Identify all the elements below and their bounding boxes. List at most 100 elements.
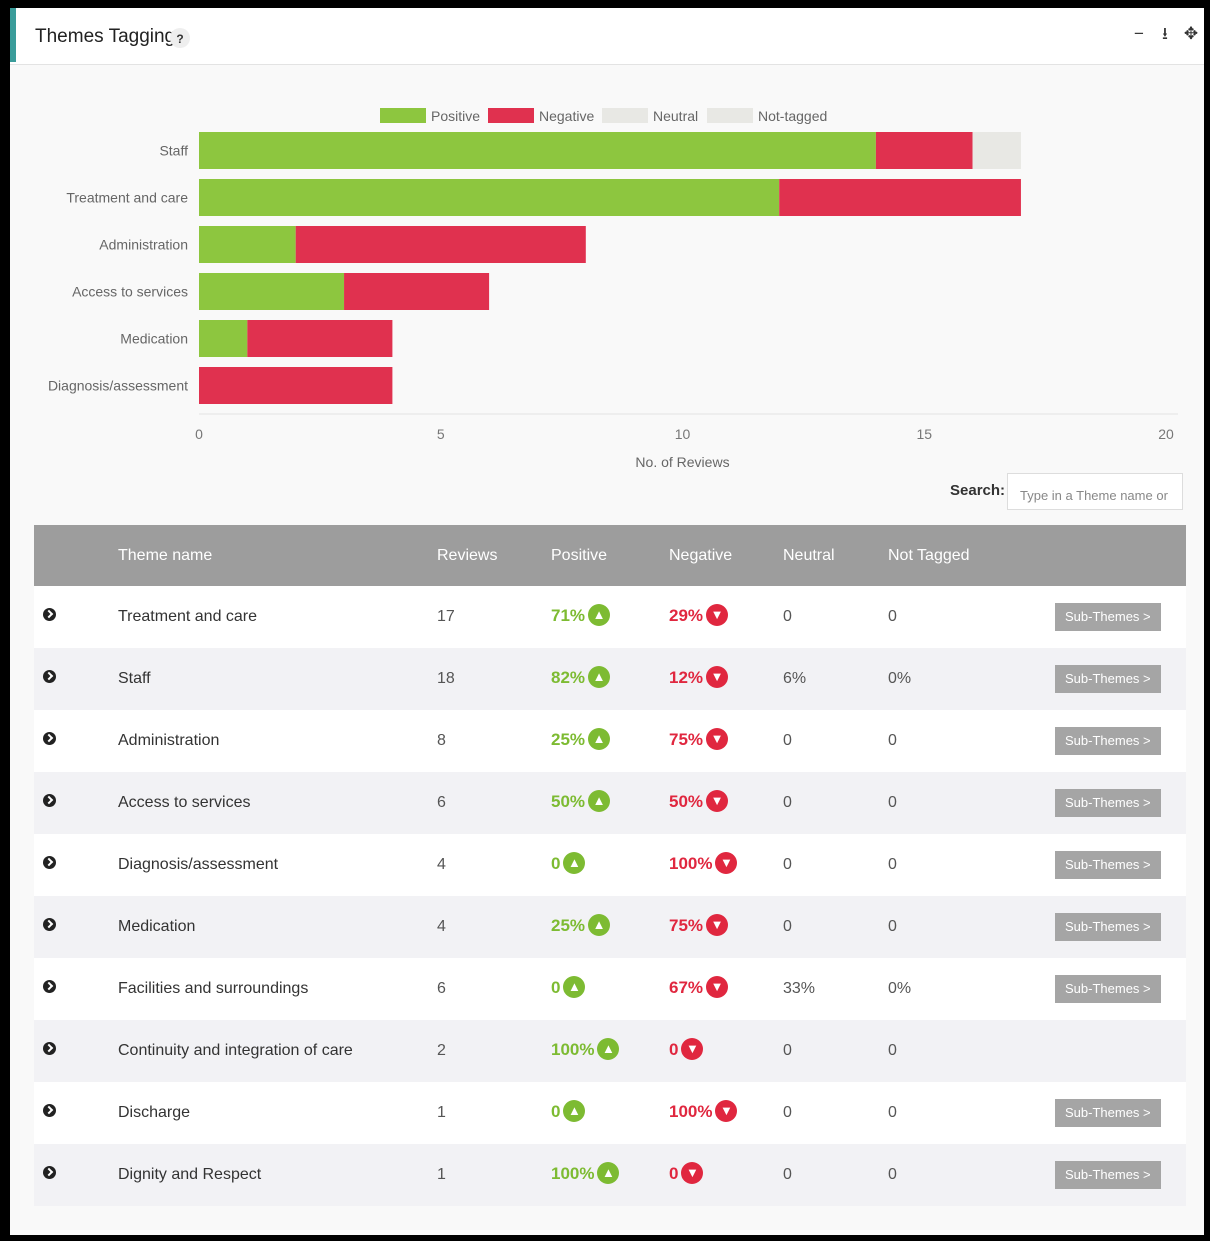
bar-segment xyxy=(199,273,345,310)
theme-name: Administration xyxy=(118,732,220,749)
expand-cell xyxy=(34,1020,118,1082)
sub-themes-button[interactable]: Sub-Themes > xyxy=(1055,1099,1161,1127)
header-reviews[interactable]: Reviews xyxy=(437,525,551,586)
bar-segment xyxy=(779,179,1021,216)
header-theme-name[interactable]: Theme name xyxy=(118,525,437,586)
thumbs-down-icon: ▼ xyxy=(706,666,729,688)
sub-themes-button[interactable]: Sub-Themes > xyxy=(1055,789,1161,817)
download-icon[interactable]: ⭳ xyxy=(1156,24,1174,44)
neutral-value: 0 xyxy=(783,1104,792,1121)
expand-row-icon[interactable] xyxy=(43,1042,56,1055)
not-tagged-cell: 0% xyxy=(888,648,1032,710)
category-label: Medication xyxy=(120,331,188,347)
positive-cell: 0 ▲ xyxy=(551,1082,669,1144)
negative-cell: 100% ▼ xyxy=(669,1082,783,1144)
thumbs-down-icon: ▼ xyxy=(706,604,729,626)
sub-themes-button[interactable]: Sub-Themes > xyxy=(1055,727,1161,755)
positive-value: 25% xyxy=(551,916,586,936)
legend-label: Not-tagged xyxy=(758,108,827,124)
help-icon[interactable]: ? xyxy=(170,28,190,48)
expand-row-icon[interactable] xyxy=(43,918,56,931)
table-row[interactable]: Facilities and surroundings 6 0 ▲ 67% ▼ 33% 0% S… xyxy=(34,958,1186,1020)
thumbs-up-icon: ▲ xyxy=(563,976,586,998)
expand-cell xyxy=(34,772,118,834)
header-positive[interactable]: Positive xyxy=(551,525,669,586)
negative-value: 0 xyxy=(669,1164,679,1184)
expand-cell xyxy=(34,648,118,710)
header-negative[interactable]: Negative xyxy=(669,525,783,586)
thumbs-down-icon: ▼ xyxy=(706,914,729,936)
negative-cell: 0 ▼ xyxy=(669,1020,783,1082)
positive-value: 0 xyxy=(551,978,561,998)
minimize-icon[interactable]: − xyxy=(1130,24,1148,44)
sub-themes-button[interactable]: Sub-Themes > xyxy=(1055,851,1161,879)
sub-themes-button[interactable]: Sub-Themes > xyxy=(1055,665,1161,693)
bar-segment xyxy=(199,132,876,169)
thumbs-down-icon: ▼ xyxy=(681,1038,704,1060)
negative-cell: 0 ▼ xyxy=(669,1144,783,1206)
actions-cell: Sub-Themes > xyxy=(1032,958,1186,1020)
not-tagged-cell: 0 xyxy=(888,772,1032,834)
themes-tagging-panel: Themes Tagging ? − ⭳ ✥ Positive Negative N… xyxy=(10,8,1204,1235)
neutral-cell: 0 xyxy=(783,1144,888,1206)
positive-value: 50% xyxy=(551,792,586,812)
header-neutral[interactable]: Neutral xyxy=(783,525,888,586)
theme-name: Access to services xyxy=(118,794,251,811)
panel-title: Themes Tagging xyxy=(35,26,176,47)
not-tagged-value: 0 xyxy=(888,608,897,625)
negative-cell: 29% ▼ xyxy=(669,586,783,648)
table-row[interactable]: Diagnosis/assessment 4 0 ▲ 100% ▼ 0 0 Sub-Themes… xyxy=(34,834,1186,896)
positive-value: 0 xyxy=(551,1102,561,1122)
neutral-value: 0 xyxy=(783,794,792,811)
negative-cell: 12% ▼ xyxy=(669,648,783,710)
expand-cell xyxy=(34,834,118,896)
search-input[interactable] xyxy=(1007,473,1183,510)
theme-name: Continuity and integration of care xyxy=(118,1042,353,1059)
negative-value: 0 xyxy=(669,1040,679,1060)
sub-themes-button[interactable]: Sub-Themes > xyxy=(1055,975,1161,1003)
table-row[interactable]: Dignity and Respect 1 100% ▲ 0 ▼ 0 0 Sub-Themes … xyxy=(34,1144,1186,1206)
table-row[interactable]: Continuity and integration of care 2 100% ▲… xyxy=(34,1020,1186,1082)
table-row[interactable]: Access to services 6 50% ▲ 50% ▼ 0 0 Sub-Themes … xyxy=(34,772,1186,834)
expand-row-icon[interactable] xyxy=(43,856,56,869)
table-row[interactable]: Administration 8 25% ▲ 75% ▼ 0 0 Sub-Themes > xyxy=(34,710,1186,772)
expand-row-icon[interactable] xyxy=(43,794,56,807)
not-tagged-value: 0 xyxy=(888,918,897,935)
actions-cell: Sub-Themes > xyxy=(1032,772,1186,834)
expand-row-icon[interactable] xyxy=(43,732,56,745)
sub-themes-button[interactable]: Sub-Themes > xyxy=(1055,913,1161,941)
bar-segment xyxy=(247,320,393,357)
theme-name: Treatment and care xyxy=(118,608,258,625)
actions-cell: Sub-Themes > xyxy=(1032,896,1186,958)
expand-row-icon[interactable] xyxy=(43,1104,56,1117)
neutral-value: 0 xyxy=(783,732,792,749)
table-row[interactable]: Staff 18 82% ▲ 12% ▼ 6% 0% Sub-Themes > xyxy=(34,648,1186,710)
x-tick-label: 15 xyxy=(916,426,932,442)
category-label: Access to services xyxy=(72,284,188,300)
sub-themes-button[interactable]: Sub-Themes > xyxy=(1055,603,1161,631)
expand-row-icon[interactable] xyxy=(43,980,56,993)
bar-segment xyxy=(199,179,780,216)
table-row[interactable]: Medication 4 25% ▲ 75% ▼ 0 0 Sub-Themes > xyxy=(34,896,1186,958)
expand-cell xyxy=(34,586,118,648)
thumbs-up-icon: ▲ xyxy=(597,1162,620,1184)
move-icon[interactable]: ✥ xyxy=(1182,24,1200,44)
neutral-cell: 0 xyxy=(783,710,888,772)
neutral-cell: 0 xyxy=(783,834,888,896)
actions-cell xyxy=(1032,1020,1186,1082)
sub-themes-button[interactable]: Sub-Themes > xyxy=(1055,1161,1161,1189)
thumbs-down-icon: ▼ xyxy=(706,790,729,812)
not-tagged-cell: 0 xyxy=(888,1144,1032,1206)
category-label: Administration xyxy=(99,237,188,253)
reviews-cell: 2 xyxy=(437,1020,551,1082)
header-not-tagged[interactable]: Not Tagged xyxy=(888,525,1032,586)
actions-cell: Sub-Themes > xyxy=(1032,648,1186,710)
table-row[interactable]: Discharge 1 0 ▲ 100% ▼ 0 0 Sub-Themes > xyxy=(34,1082,1186,1144)
not-tagged-cell: 0 xyxy=(888,834,1032,896)
positive-value: 82% xyxy=(551,668,586,688)
expand-row-icon[interactable] xyxy=(43,1166,56,1179)
x-axis-title: No. of Reviews xyxy=(635,454,729,470)
expand-row-icon[interactable] xyxy=(43,670,56,683)
table-row[interactable]: Treatment and care 17 71% ▲ 29% ▼ 0 0 Sub-Themes… xyxy=(34,586,1186,648)
expand-row-icon[interactable] xyxy=(43,608,56,621)
